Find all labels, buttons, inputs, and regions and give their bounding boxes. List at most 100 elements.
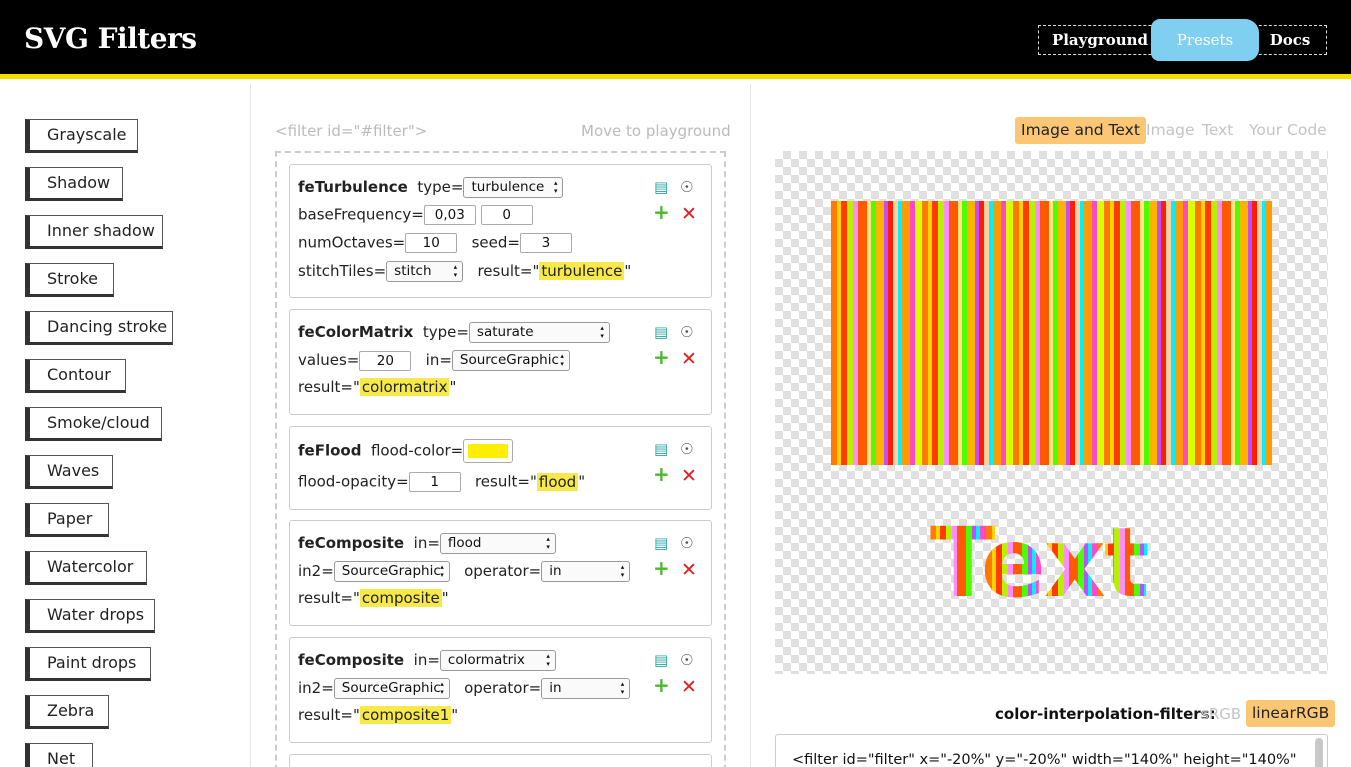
filter-tag-label: <filter id="#filter"> — [275, 122, 428, 140]
result-quote: " — [441, 589, 449, 607]
preset-net[interactable]: Net — [25, 743, 93, 767]
result-value[interactable]: colormatrix — [359, 378, 450, 396]
column-divider — [250, 84, 251, 767]
primitive-name: feComposite — [298, 534, 405, 552]
in-select[interactable]: colormatrix — [439, 650, 556, 671]
move-to-playground-link[interactable]: Move to playground — [581, 122, 731, 140]
eye-slash-icon[interactable]: ☉ — [680, 179, 693, 195]
result-label: result=" — [298, 706, 360, 724]
plus-icon[interactable]: + — [653, 202, 670, 222]
close-icon[interactable]: ✕ — [681, 205, 697, 224]
result-quote: " — [624, 262, 632, 280]
plus-icon[interactable]: + — [653, 464, 670, 484]
type-select[interactable]: saturate — [468, 322, 610, 343]
in-select[interactable]: SourceGraphic — [451, 350, 570, 371]
basefrequency-y-input[interactable]: 0 — [480, 205, 533, 225]
primitive-name: feFlood — [298, 441, 362, 460]
operator-label: operator= — [464, 562, 542, 580]
document-icon[interactable]: ▤ — [654, 535, 668, 551]
primitive-name: feComposite — [298, 651, 405, 669]
basefrequency-x-input[interactable]: 0,03 — [423, 205, 476, 225]
close-icon[interactable]: ✕ — [681, 350, 697, 369]
preset-paper[interactable]: Paper — [25, 503, 109, 537]
flood-opacity-label: flood-opacity= — [298, 472, 409, 491]
document-icon[interactable]: ▤ — [654, 441, 668, 457]
type-select[interactable]: turbulence — [463, 177, 564, 198]
code-scrollbar[interactable] — [1315, 738, 1323, 767]
cif-label: color-interpolation-filters: — [995, 705, 1216, 723]
result-quote: " — [451, 706, 459, 724]
seed-input[interactable]: 3 — [519, 233, 572, 253]
cif-option-srgb[interactable]: sRGB — [1201, 705, 1241, 723]
result-value[interactable]: flood — [536, 472, 579, 491]
eye-slash-icon[interactable]: ☉ — [680, 441, 693, 457]
preset-paint-drops[interactable]: Paint drops — [25, 647, 151, 681]
nav-playground[interactable]: Playground — [1049, 26, 1151, 54]
preset-water-drops[interactable]: Water drops — [25, 599, 155, 633]
plus-icon[interactable]: + — [653, 347, 670, 367]
code-output[interactable]: <filter id="filter" x="-20%" y="-20%" wi… — [775, 734, 1328, 767]
primitive-fecolormatrix: feColorMatrix type=saturate values=20 in… — [289, 309, 712, 415]
preset-dancing-stroke[interactable]: Dancing stroke — [25, 311, 173, 345]
primitive-next — [289, 754, 712, 767]
in2-select[interactable]: SourceGraphic — [333, 678, 450, 699]
close-icon[interactable]: ✕ — [681, 561, 697, 580]
preset-shadow[interactable]: Shadow — [25, 167, 123, 201]
result-label: result=" — [477, 262, 540, 280]
preset-grayscale[interactable]: Grayscale — [25, 119, 138, 153]
result-value[interactable]: composite1 — [359, 706, 452, 724]
operator-select[interactable]: in — [541, 561, 631, 582]
eye-slash-icon[interactable]: ☉ — [680, 535, 693, 551]
in-label: in= — [413, 651, 440, 669]
tab-your-code[interactable]: Your Code — [1249, 117, 1327, 144]
plus-icon[interactable]: + — [653, 558, 670, 578]
result-label: result=" — [474, 472, 537, 491]
in2-select[interactable]: SourceGraphic — [333, 561, 450, 582]
basefrequency-label: baseFrequency= — [298, 205, 424, 224]
primitive-feturbulence: feTurbulence type=turbulence baseFrequen… — [289, 164, 712, 298]
column-divider — [750, 84, 751, 767]
in-label: in= — [413, 534, 440, 552]
operator-label: operator= — [464, 679, 542, 697]
close-icon[interactable]: ✕ — [681, 678, 697, 697]
cif-option-linearrgb[interactable]: linearRGB — [1246, 700, 1336, 727]
site-header: SVG Filters Playground Presets Docs — [0, 0, 1351, 79]
preset-contour[interactable]: Contour — [25, 359, 126, 393]
flood-color-swatch[interactable] — [463, 439, 514, 463]
document-icon[interactable]: ▤ — [654, 652, 668, 668]
numoctaves-label: numOctaves= — [298, 233, 406, 252]
tab-text[interactable]: Text — [1202, 117, 1233, 144]
stitchtiles-select[interactable]: stitch — [386, 261, 464, 282]
document-icon[interactable]: ▤ — [654, 324, 668, 340]
result-value[interactable]: turbulence — [539, 262, 625, 280]
site-logo[interactable]: SVG Filters — [24, 22, 197, 55]
numoctaves-input[interactable]: 10 — [405, 233, 458, 253]
flood-color-label: flood-color= — [370, 441, 464, 460]
preset-smoke-cloud[interactable]: Smoke/cloud — [25, 407, 162, 441]
close-icon[interactable]: ✕ — [681, 467, 697, 486]
in2-label: in2= — [298, 679, 334, 697]
eye-slash-icon[interactable]: ☉ — [680, 652, 693, 668]
preset-inner-shadow[interactable]: Inner shadow — [25, 215, 163, 249]
preset-zebra[interactable]: Zebra — [25, 695, 109, 729]
preset-stroke[interactable]: Stroke — [25, 263, 114, 297]
seed-label: seed= — [471, 233, 520, 252]
in-label: in= — [425, 351, 452, 369]
eye-slash-icon[interactable]: ☉ — [680, 324, 693, 340]
values-input[interactable]: 20 — [359, 350, 412, 371]
nav-docs[interactable]: Docs — [1263, 26, 1317, 54]
flood-opacity-input[interactable]: 1 — [408, 472, 461, 492]
result-value[interactable]: composite — [359, 589, 442, 607]
nav-presets[interactable]: Presets — [1151, 19, 1259, 61]
preset-waves[interactable]: Waves — [25, 455, 113, 489]
document-icon[interactable]: ▤ — [654, 179, 668, 195]
operator-select[interactable]: in — [541, 678, 631, 699]
in-select[interactable]: flood — [439, 533, 556, 554]
result-quote: " — [449, 378, 457, 396]
tab-image[interactable]: Image — [1146, 117, 1195, 144]
preset-watercolor[interactable]: Watercolor — [25, 551, 147, 585]
tab-image-and-text[interactable]: Image and Text — [1015, 117, 1146, 144]
type-label: type= — [417, 178, 464, 196]
plus-icon[interactable]: + — [653, 675, 670, 695]
primitive-feflood: feFlood flood-color= flood-opacity= 1 res… — [289, 426, 712, 510]
